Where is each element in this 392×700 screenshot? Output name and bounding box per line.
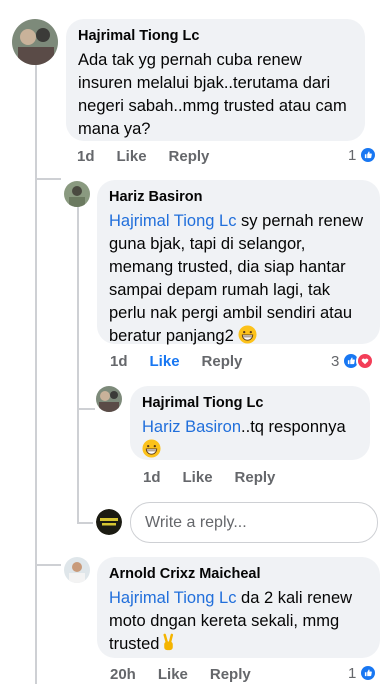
reaction-summary[interactable]: 1 [348,146,378,164]
thread-connector-1 [35,178,61,180]
comment-actions: 1d Like Reply [143,469,297,486]
reply-placeholder: Write a reply... [145,513,247,531]
comment-bubble: Hajrimal Tiong Lc Hariz Basiron..tq resp… [130,386,370,460]
thread-connector-3 [77,408,95,410]
reply-button[interactable]: Reply [169,148,210,165]
comment-time[interactable]: 20h [110,666,136,683]
comment-actions: 1d Like Reply [77,148,231,165]
reply-button[interactable]: Reply [210,666,251,683]
comment-time[interactable]: 1d [143,469,161,486]
like-button[interactable]: Like [158,666,188,683]
mention-link[interactable]: Hariz Basiron [142,418,241,436]
avatar[interactable] [96,386,122,412]
like-icon [359,664,378,682]
avatar[interactable] [64,557,90,583]
comment-text: Ada tak yg pernah cuba renew insuren mel… [78,51,347,138]
reply-button[interactable]: Reply [202,353,243,370]
reaction-summary[interactable]: 3 [331,352,375,370]
avatar[interactable] [64,181,90,207]
comment-time[interactable]: 1d [77,148,95,165]
reply-button[interactable]: Reply [235,469,276,486]
comment-text: Hajrimal Tiong Lc da 2 kali renew moto d… [109,589,353,653]
thread-line-main [35,64,37,684]
reaction-count: 1 [348,664,357,682]
like-button[interactable]: Like [150,353,180,370]
love-icon [356,352,375,370]
victory-hand-emoji [159,633,178,652]
comment-author[interactable]: Hajrimal Tiong Lc [78,27,353,46]
comment-actions: 1d Like Reply [110,353,264,370]
thread-line-sub [77,206,79,522]
comment-bubble: Hariz Basiron Hajrimal Tiong Lc sy perna… [97,180,380,345]
current-user-avatar [96,509,122,535]
reaction-summary[interactable]: 1 [348,664,378,682]
comment-time[interactable]: 1d [110,353,128,370]
comment-actions: 20h Like Reply [110,666,273,683]
comment-bubble: Hajrimal Tiong Lc Ada tak yg pernah cuba… [66,19,365,141]
comment-author[interactable]: Hajrimal Tiong Lc [142,394,358,413]
reaction-count: 3 [331,352,340,370]
comment-text: Hajrimal Tiong Lc sy pernah renew guna b… [109,212,364,345]
comment-author[interactable]: Hariz Basiron [109,188,368,207]
reply-input[interactable]: Write a reply... [130,502,378,543]
like-button[interactable]: Like [117,148,147,165]
thread-connector-4 [77,522,93,524]
avatar[interactable] [12,19,58,65]
comment-bubble: Arnold Crixz Maicheal Hajrimal Tiong Lc … [97,557,380,658]
mention-link[interactable]: Hajrimal Tiong Lc [109,589,236,607]
mention-link[interactable]: Hajrimal Tiong Lc [109,212,236,230]
grinning-face-emoji [238,325,257,344]
like-icon [359,146,378,164]
grinning-face-emoji [142,439,161,458]
like-button[interactable]: Like [183,469,213,486]
thread-connector-2 [35,564,61,566]
reaction-count: 1 [348,146,357,164]
comment-text: Hariz Basiron..tq responnya [142,416,358,462]
comment-author[interactable]: Arnold Crixz Maicheal [109,565,368,584]
